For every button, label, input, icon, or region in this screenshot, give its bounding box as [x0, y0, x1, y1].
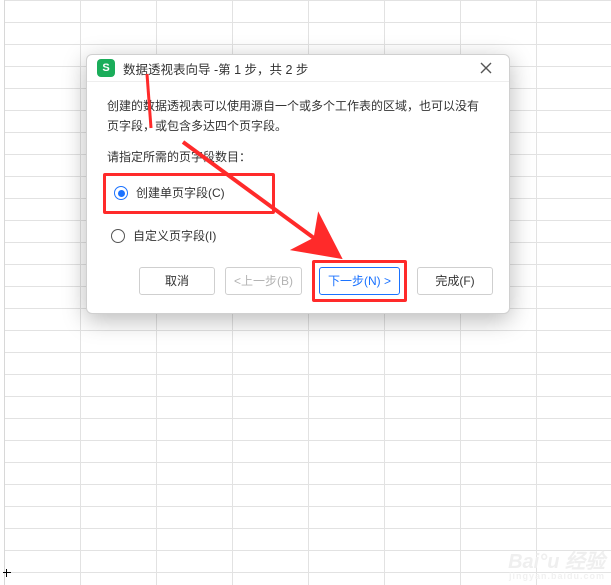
dialog-body: 创建的数据透视表可以使用源自一个或多个工作表的区域，也可以没有页字段，或包含多达… — [87, 82, 509, 250]
dialog-titlebar: S 数据透视表向导 -第 1 步，共 2 步 — [87, 55, 509, 82]
radio-icon — [111, 229, 125, 243]
pivot-wizard-dialog: S 数据透视表向导 -第 1 步，共 2 步 创建的数据透视表可以使用源自一个或… — [86, 54, 510, 314]
annotation-highlight-next: 下一步(N) > — [312, 260, 407, 302]
back-button: <上一步(B) — [225, 267, 302, 295]
finish-button[interactable]: 完成(F) — [417, 267, 493, 295]
watermark-main: Bai°u 经验 — [508, 551, 605, 573]
dialog-button-row: 取消 <上一步(B) 下一步(N) > 完成(F) — [87, 250, 509, 318]
watermark-sub: jingyan.baidu.com — [508, 572, 605, 581]
next-button[interactable]: 下一步(N) > — [319, 267, 400, 295]
close-icon — [480, 62, 492, 74]
cancel-button[interactable]: 取消 — [139, 267, 215, 295]
cell-insert-cursor — [3, 569, 15, 581]
dialog-description: 创建的数据透视表可以使用源自一个或多个工作表的区域，也可以没有页字段，或包含多达… — [107, 96, 489, 137]
annotation-highlight-option: 创建单页字段(C) — [103, 173, 275, 213]
field-count-prompt: 请指定所需的页字段数目： — [107, 147, 489, 167]
option-custom-page-field[interactable]: 自定义页字段(I) — [109, 222, 489, 250]
app-icon: S — [97, 59, 115, 77]
option-single-page-field[interactable]: 创建单页字段(C) — [112, 179, 266, 207]
dialog-title: 数据透视表向导 -第 1 步，共 2 步 — [123, 59, 473, 78]
close-button[interactable] — [473, 55, 499, 81]
option-label: 创建单页字段(C) — [136, 183, 225, 203]
watermark: Bai°u 经验 jingyan.baidu.com — [508, 552, 605, 581]
option-label: 自定义页字段(I) — [133, 226, 216, 246]
radio-icon — [114, 186, 128, 200]
